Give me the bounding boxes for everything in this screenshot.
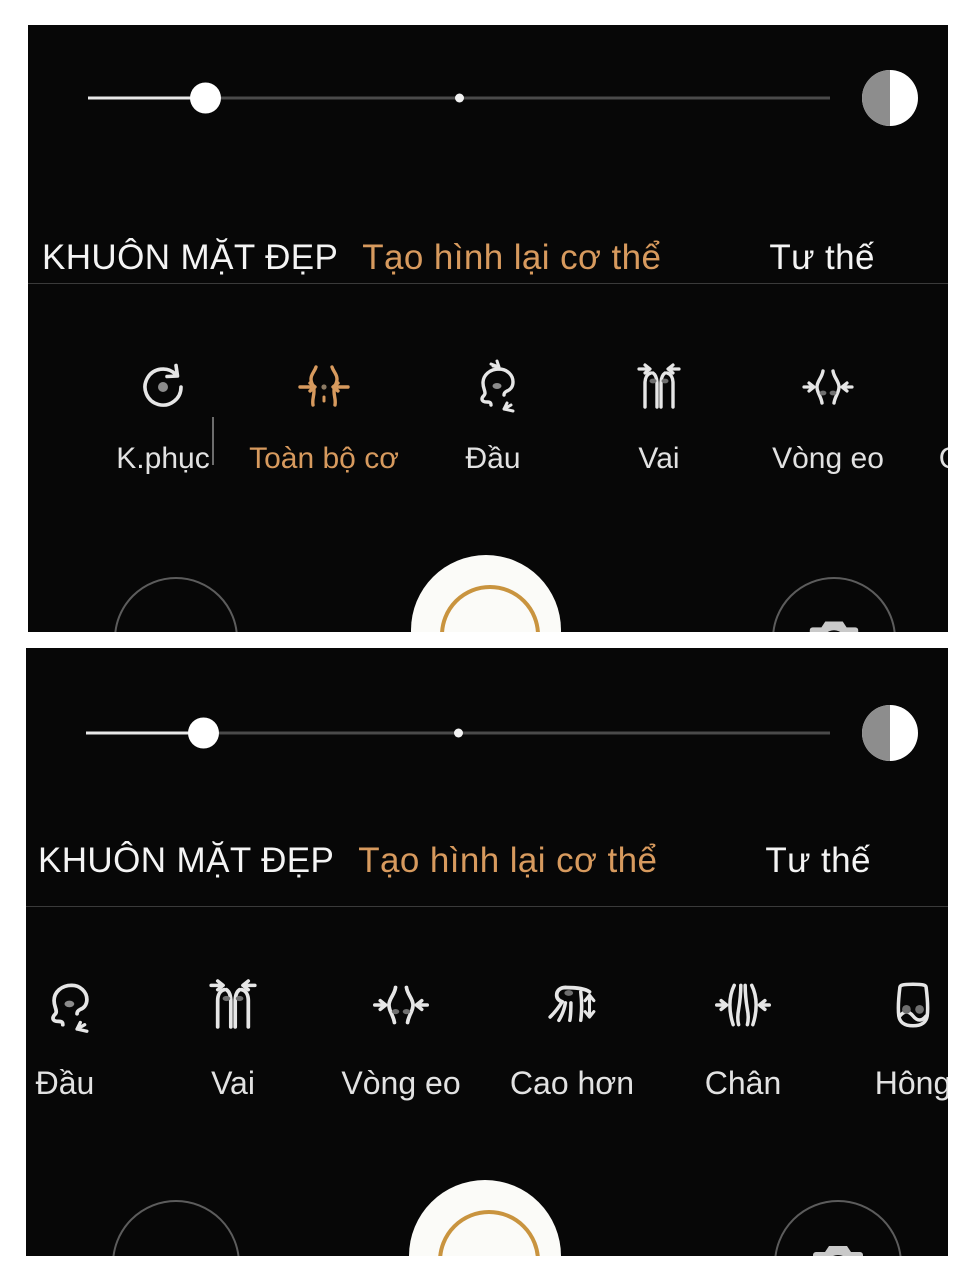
camera-panel-top: KHUÔN MẶT ĐẸP Tạo hình lại cơ thể Tư thế…	[28, 25, 948, 632]
camera-panel-bottom: KHUÔN MẶT ĐẸP Tạo hình lại cơ thể Tư thế	[26, 648, 948, 1256]
switch-camera-button[interactable]	[772, 577, 896, 632]
camera-controls	[26, 648, 948, 1256]
switch-camera-icon	[806, 1230, 870, 1256]
gallery-thumbnail-button[interactable]	[112, 1200, 240, 1256]
camera-controls	[28, 25, 948, 632]
gallery-thumbnail-button[interactable]	[114, 577, 238, 632]
switch-camera-button[interactable]	[774, 1200, 902, 1256]
screenshot-root: KHUÔN MẶT ĐẸP Tạo hình lại cơ thể Tư thế…	[0, 0, 979, 1280]
switch-camera-icon	[803, 606, 865, 632]
